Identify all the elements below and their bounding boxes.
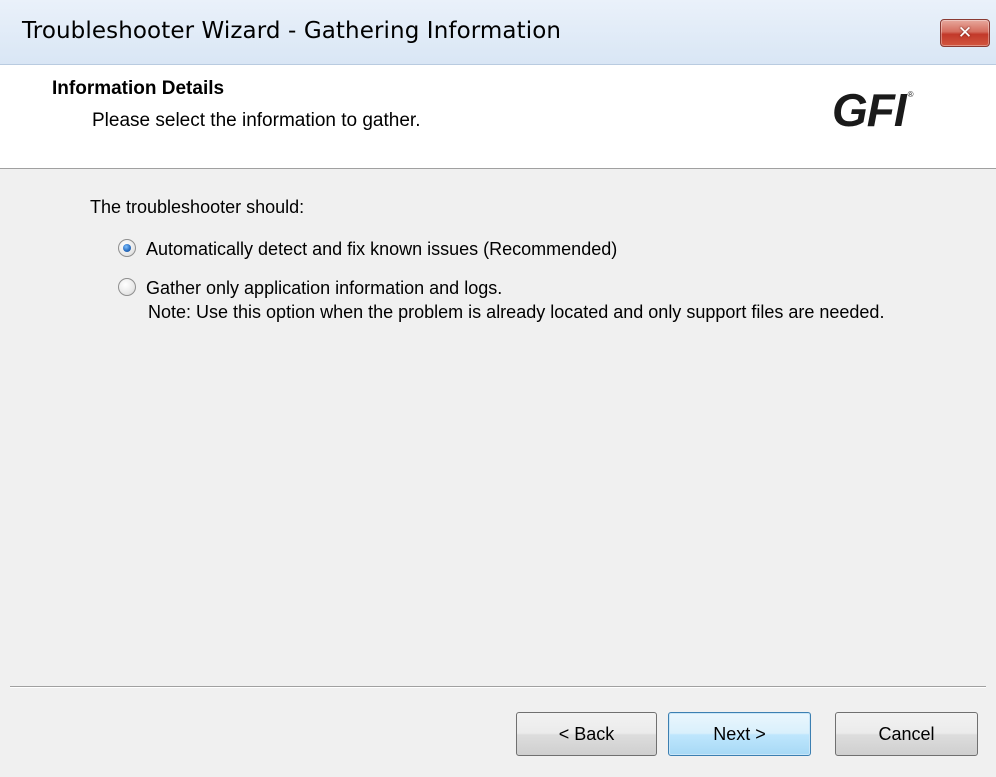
registered-mark: ® bbox=[907, 90, 914, 99]
gather-only-note: Note: Use this option when the problem i… bbox=[148, 302, 885, 322]
back-button[interactable]: < Back bbox=[516, 712, 657, 756]
options-prompt: The troubleshooter should: bbox=[90, 197, 305, 217]
window-title: Troubleshooter Wizard - Gathering Inform… bbox=[22, 18, 562, 44]
auto-detect-label[interactable]: Automatically detect and fix known issue… bbox=[146, 237, 617, 261]
auto-detect-radio[interactable] bbox=[118, 239, 136, 257]
page-title: Information Details bbox=[52, 78, 225, 99]
cancel-button[interactable]: Cancel bbox=[835, 712, 978, 756]
gfi-logo-text: GFI bbox=[832, 84, 907, 136]
gather-only-label[interactable]: Gather only application information and … bbox=[146, 276, 502, 300]
next-button[interactable]: Next > bbox=[668, 712, 811, 756]
close-icon: ✕ bbox=[957, 22, 973, 43]
close-button[interactable]: ✕ bbox=[940, 19, 990, 47]
option-gather-only[interactable]: Gather only application information and … bbox=[118, 276, 502, 300]
wizard-header: Information Details Please select the in… bbox=[0, 65, 996, 169]
wizard-content: The troubleshooter should: Automatically… bbox=[0, 169, 996, 689]
footer-divider bbox=[10, 686, 986, 688]
troubleshooter-wizard-window: Troubleshooter Wizard - Gathering Inform… bbox=[0, 0, 996, 777]
title-bar: Troubleshooter Wizard - Gathering Inform… bbox=[0, 0, 996, 65]
option-auto-detect[interactable]: Automatically detect and fix known issue… bbox=[118, 237, 617, 261]
gather-only-radio[interactable] bbox=[118, 278, 136, 296]
page-subtitle: Please select the information to gather. bbox=[92, 110, 421, 131]
gfi-logo: GFI ® bbox=[832, 87, 914, 137]
